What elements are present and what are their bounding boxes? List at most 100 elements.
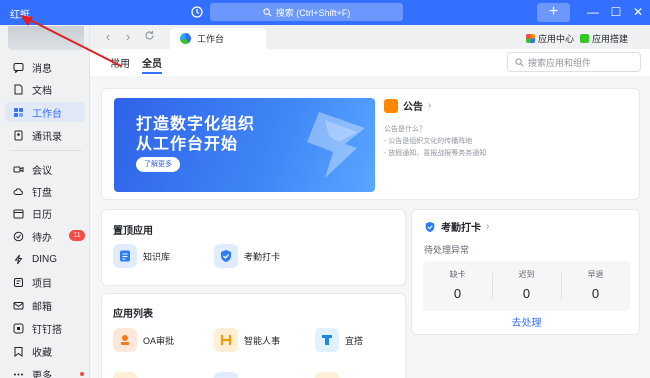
attendance-header[interactable]: 考勤打卡 › [424,219,489,234]
active-tab-indicator [142,72,162,74]
add-button[interactable]: + [537,3,570,22]
app-label: 考勤打卡 [244,251,281,262]
contacts-icon [13,130,24,141]
message-icon [13,62,24,73]
sidebar-item-ding[interactable]: DING [5,249,85,269]
banner-title-line: 打造数字化组织 [136,116,256,133]
stat-missing-punch[interactable]: 缺卡 0 [423,269,492,301]
megaphone-icon [384,98,398,113]
promo-banner[interactable]: 打造数字化组织 从工作台开始 了解更多 [114,98,375,192]
sidebar-item-workbench[interactable]: 工作台 [5,102,85,122]
section-title: 置顶应用 [113,226,153,237]
yida-icon [315,328,339,352]
chevron-right-icon: › [428,100,432,111]
section-title: 应用列表 [113,309,153,320]
sidebar-item-label: 会议 [32,165,52,177]
sidebar-item-label: 消息 [32,63,52,75]
global-search-input[interactable]: 搜索 (Ctrl+Shift+F) [210,3,403,21]
stat-label: 迟到 [518,270,535,279]
favorite-icon [13,346,24,357]
workbench-icon [13,107,24,118]
shield-check-icon [425,221,435,232]
oa-approval-icon [113,328,137,352]
stat-late[interactable]: 迟到 0 [492,269,561,301]
app-icon-partial [113,372,137,378]
ding-icon [13,254,24,265]
sidebar-item-label: 待办 [32,232,52,244]
workbench-logo-icon [180,33,191,44]
learn-more-button[interactable]: 了解更多 [136,157,180,172]
sidebar-item-label: 邮箱 [32,301,52,313]
notice-title: 公告 [403,102,423,113]
meeting-icon [13,164,24,175]
stat-early-leave[interactable]: 早退 0 [561,269,630,301]
app-list-card: 应用列表 OA审批 智能人事 宜搭 [101,293,406,378]
stat-value: 0 [453,286,462,301]
tab-label: 工作台 [197,34,225,44]
tab-workbench[interactable]: 工作台 [170,28,266,49]
notice-text: 公告是什么？ [384,126,426,133]
sidebar-item-contacts[interactable]: 通讯录 [5,125,85,145]
app-knowledge-base[interactable]: 知识库 [113,244,170,268]
attendance-title: 考勤打卡 [441,223,481,234]
sidebar-item-label: 钉盘 [32,187,52,199]
more-icon [13,369,24,378]
app-builder-link[interactable]: 应用搭建 [580,32,628,45]
sidebar-item-more[interactable]: 更多 [5,364,85,378]
sidebar-item-todo[interactable]: 待办 11 [5,226,85,246]
app-builder-label: 应用搭建 [592,34,629,44]
search-icon [263,7,272,16]
app-label: 智能人事 [244,335,281,346]
sidebar-item-cloud-drive[interactable]: 钉盘 [5,181,85,201]
app-builder-icon [580,34,589,43]
chevron-right-icon: › [486,221,490,232]
notice-text: - 放假通知、喜报战报等务务通知 [384,150,487,157]
org-name[interactable]: 红蜓 [10,6,30,21]
handle-exceptions-link[interactable]: 去处理 [412,314,641,329]
app-search-input[interactable]: 搜索应用和组件 [507,52,641,72]
history-icon[interactable] [190,5,204,19]
sidebar-item-meeting[interactable]: 会议 [5,159,85,179]
sidebar-item-documents[interactable]: 文档 [5,79,85,99]
workbench-subnav: 常用 全员 搜索应用和组件 [90,49,650,76]
sidebar: 消息 文档 工作台 通讯录 会议 钉盘 日历 待办 11 DING 项目 邮箱 [0,25,90,378]
sidebar-item-builder[interactable]: 钉钉搭 [5,318,85,338]
avatar[interactable] [8,26,84,50]
sidebar-item-project[interactable]: 项目 [5,272,85,292]
back-icon[interactable]: ‹ [101,30,115,44]
notification-dot [80,372,84,376]
tab-common[interactable]: 常用 [110,55,130,70]
attendance-stats: 缺卡 0 迟到 0 早退 0 [423,261,630,311]
sidebar-item-calendar[interactable]: 日历 [5,203,85,223]
attendance-icon [214,244,238,268]
sidebar-item-label: 收藏 [32,347,52,359]
app-yida[interactable]: 宜搭 [315,328,363,352]
attendance-subtitle: 待处理异常 [424,245,470,255]
maximize-button[interactable]: ☐ [608,4,624,20]
tab-all-staff[interactable]: 全员 [142,55,162,70]
sidebar-item-messages[interactable]: 消息 [5,57,85,77]
close-button[interactable]: ✕ [630,4,646,20]
app-label: 宜搭 [345,335,364,346]
banner-title-line: 从工作台开始 [136,136,239,153]
sidebar-item-label: DING [32,253,57,265]
browser-tab-bar: ‹ › 工作台 应用中心 应用搭建 [90,25,650,49]
app-oa-approval[interactable]: OA审批 [113,328,174,352]
sidebar-item-label: 通讯录 [32,131,62,143]
minimize-button[interactable]: — [585,4,601,20]
todo-icon [13,231,24,242]
search-placeholder: 搜索 (Ctrl+Shift+F) [275,7,351,18]
app-attendance[interactable]: 考勤打卡 [214,244,280,268]
forward-icon[interactable]: › [121,30,135,44]
sidebar-item-mail[interactable]: 邮箱 [5,295,85,315]
notice-header[interactable]: 公告 › [384,98,431,113]
app-smart-hr[interactable]: 智能人事 [214,328,280,352]
refresh-icon[interactable] [142,30,156,44]
app-icon-partial [315,372,339,378]
notice-text: - 公告是组织文化的传播阵地 [384,138,473,145]
app-center-link[interactable]: 应用中心 [526,32,574,45]
sidebar-item-favorites[interactable]: 收藏 [5,341,85,361]
project-icon [13,277,24,288]
search-placeholder: 搜索应用和组件 [528,57,592,68]
stat-value: 0 [591,286,600,301]
